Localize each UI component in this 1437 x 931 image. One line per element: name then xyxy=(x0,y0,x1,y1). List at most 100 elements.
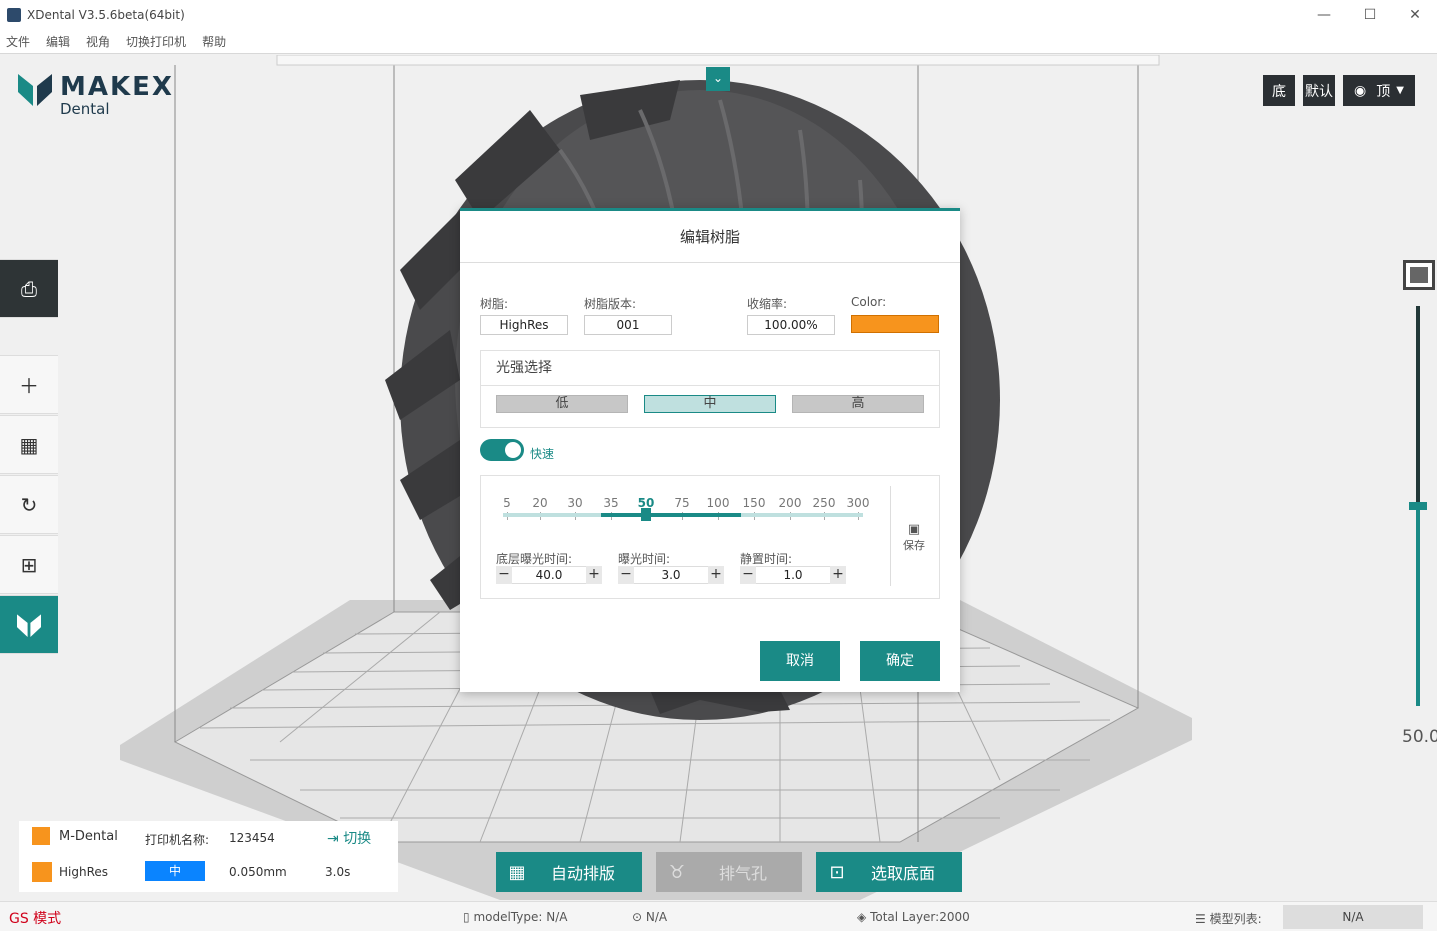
bottom-exposure-input[interactable]: 40.0 xyxy=(512,566,586,584)
exposure-label: 曝光时间: xyxy=(618,552,671,566)
makex-icon xyxy=(17,613,41,637)
makex-button[interactable] xyxy=(0,595,58,654)
bottom-select-icon: ⊡ xyxy=(829,861,845,883)
status-bar: GS 模式 ▯ modelType: N/A ⊙ N/A ◈ Total Lay… xyxy=(0,901,1437,931)
tick-label[interactable]: 75 xyxy=(674,496,689,510)
layer-slider-handle[interactable] xyxy=(1409,502,1427,510)
menu-view[interactable]: 视角 xyxy=(86,31,110,54)
exposure-input[interactable]: 3.0 xyxy=(634,566,708,584)
dialog-title: 编辑树脂 xyxy=(460,211,960,263)
tick-label[interactable]: 200 xyxy=(779,496,802,510)
caret-down-icon: ▼ xyxy=(1396,85,1404,96)
resin-version-field[interactable]: 001 xyxy=(584,315,672,335)
total-layer-status: ◈ Total Layer:2000 xyxy=(857,910,970,924)
rotate-icon: ↻ xyxy=(20,492,38,517)
view-top-dropdown[interactable]: ◉ 顶 ▼ xyxy=(1343,75,1415,106)
exposure-time: 3.0s xyxy=(325,865,351,879)
brand-logo: MAKEX Dental xyxy=(18,72,172,118)
brand-subtitle: Dental xyxy=(60,100,110,118)
rest-time-stepper: − 1.0 + xyxy=(740,566,846,584)
makex-logo-icon xyxy=(18,74,52,106)
grid-icon: ▦ xyxy=(19,432,39,457)
select-bottom-button[interactable]: ⊡ 选取底面 xyxy=(816,852,962,892)
tick-label[interactable]: 5 xyxy=(503,496,511,510)
exposure-increment[interactable]: + xyxy=(708,566,724,584)
menu-help[interactable]: 帮助 xyxy=(202,31,226,54)
tick-label[interactable]: 150 xyxy=(743,496,766,510)
level-medium-button[interactable]: 中 xyxy=(644,395,776,413)
menu-edit[interactable]: 编辑 xyxy=(46,31,70,54)
tick-label[interactable]: 300 xyxy=(847,496,870,510)
printer-color-icon xyxy=(32,827,50,845)
close-button[interactable]: ✕ xyxy=(1392,0,1437,31)
vent-hole-label: 排气孔 xyxy=(718,864,767,883)
maximize-button[interactable]: ☐ xyxy=(1347,0,1393,31)
confirm-button[interactable]: 确定 xyxy=(860,641,940,681)
exposure-stepper: − 3.0 + xyxy=(618,566,724,584)
layer-value: 50.0 xyxy=(1402,727,1437,747)
tick-label[interactable]: 30 xyxy=(567,496,582,510)
save-icon: ▣ xyxy=(907,522,921,537)
fast-mode-toggle[interactable] xyxy=(480,439,524,461)
thickness-slider-thumb[interactable] xyxy=(641,508,651,521)
resin-version-label: 树脂版本: xyxy=(584,297,637,311)
view-default-button[interactable]: 默认 xyxy=(1303,75,1335,106)
layer-view-toggle[interactable] xyxy=(1403,260,1435,290)
printer-model: M-Dental xyxy=(59,829,118,844)
auto-layout-button[interactable]: ▦ 自动排版 xyxy=(496,852,642,892)
fast-mode-label: 快速 xyxy=(530,447,555,461)
layer-thickness: 0.050mm xyxy=(229,865,287,879)
tick-label[interactable]: 20 xyxy=(532,496,547,510)
level-low-button[interactable]: 低 xyxy=(496,395,628,413)
exposure-decrement[interactable]: − xyxy=(618,566,634,584)
menu-file[interactable]: 文件 xyxy=(6,31,30,54)
tick-label[interactable]: 35 xyxy=(603,496,618,510)
rest-time-decrement[interactable]: − xyxy=(740,566,756,584)
cancel-button[interactable]: 取消 xyxy=(760,641,840,681)
exposure-panel: 5 20 30 35 50 75 100 150 200 250 300 底层曝光时间: − 40.… xyxy=(480,475,940,599)
edit-resin-dialog: 编辑树脂 树脂: HighRes 树脂版本: 001 收缩率: 100.00% … xyxy=(460,208,960,692)
switch-printer-link[interactable]: ⇥ 切换 xyxy=(327,828,371,848)
eye-icon: ◉ xyxy=(1354,82,1367,99)
tick-label[interactable]: 100 xyxy=(707,496,730,510)
support-button[interactable]: ⊞ xyxy=(0,535,58,594)
bottom-exposure-label: 底层曝光时间: xyxy=(496,552,573,566)
model-list-status: ☰ 模型列表: xyxy=(1195,910,1262,927)
color-swatch[interactable] xyxy=(851,315,939,333)
model-list-dropdown[interactable]: N/A xyxy=(1283,905,1423,929)
chevron-down-icon[interactable]: ⌄ xyxy=(706,67,730,91)
layout-button[interactable]: ▦ xyxy=(0,415,58,474)
view-bottom-button[interactable]: 底 xyxy=(1263,75,1295,106)
list-icon: ☰ xyxy=(1195,912,1206,926)
title-bar: XDental V3.5.6beta(64bit) — ☐ ✕ xyxy=(0,0,1437,31)
printer-name-value: 123454 xyxy=(229,831,275,845)
save-label: 保存 xyxy=(903,539,925,552)
rest-time-input[interactable]: 1.0 xyxy=(756,566,830,584)
bottom-exposure-decrement[interactable]: − xyxy=(496,566,512,584)
vent-hole-button[interactable]: ♉ 排气孔 xyxy=(656,852,802,892)
level-high-button[interactable]: 高 xyxy=(792,395,924,413)
tick-label[interactable]: 250 xyxy=(813,496,836,510)
grid-icon: ▦ xyxy=(508,861,526,883)
minimize-button[interactable]: — xyxy=(1301,0,1347,31)
print-button[interactable]: ⎙ xyxy=(0,259,58,318)
shrink-label: 收缩率: xyxy=(747,297,788,311)
menu-switch-printer[interactable]: 切换打印机 xyxy=(126,31,186,54)
shrink-field[interactable]: 100.00% xyxy=(747,315,835,335)
bottom-exposure-increment[interactable]: + xyxy=(586,566,602,584)
save-button[interactable]: ▣ 保存 xyxy=(899,522,929,553)
bottom-exposure-stepper: − 40.0 + xyxy=(496,566,602,584)
device-icon: ▯ xyxy=(463,910,470,924)
printer-info-panel: M-Dental 打印机名称: 123454 ⇥ 切换 HighRes 中 0.… xyxy=(19,821,398,892)
printer-icon: ⎙ xyxy=(21,276,37,301)
model-type-text: modelType: N/A xyxy=(473,910,568,924)
tooth-icon: ♉ xyxy=(668,861,686,883)
view-top-label: 顶 xyxy=(1376,83,1391,100)
app-icon xyxy=(7,8,21,22)
resin-field[interactable]: HighRes xyxy=(480,315,568,335)
model-list-text: 模型列表: xyxy=(1209,912,1262,926)
auto-layout-label: 自动排版 xyxy=(550,864,615,883)
rotate-button[interactable]: ↻ xyxy=(0,475,58,534)
rest-time-increment[interactable]: + xyxy=(830,566,846,584)
add-model-button[interactable]: ＋ xyxy=(0,355,58,414)
